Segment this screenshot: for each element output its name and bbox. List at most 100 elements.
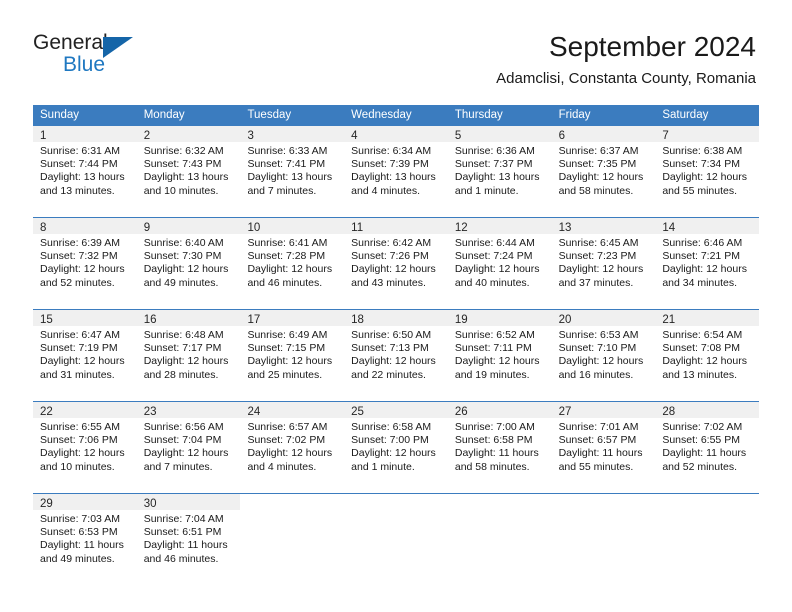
day-number: 18 [351, 314, 364, 326]
daylight-text: Daylight: 12 hours [351, 355, 436, 368]
day-cell[interactable]: 10 Sunrise: 6:41 AM Sunset: 7:28 PM Dayligh… [240, 218, 345, 306]
daylight-text-cont: and 55 minutes. [558, 460, 634, 473]
day-cell[interactable]: 17 Sunrise: 6:49 AM Sunset: 7:15 PM Dayligh… [240, 310, 345, 398]
day-number: 20 [558, 314, 572, 326]
day-details: Sunrise: 6:47 AM Sunset: 7:19 PM Daylight:… [33, 326, 137, 382]
day-details: Sunrise: 6:56 AM Sunset: 7:04 PM Daylight:… [137, 418, 241, 474]
day-number: 29 [40, 498, 53, 510]
day-number: 23 [143, 406, 157, 418]
sunset-text: Sunset: 7:15 PM [247, 342, 326, 355]
day-cell[interactable]: 4 Sunrise: 6:34 AM Sunset: 7:39 PM Daylight… [344, 126, 448, 214]
sunset-text: Sunset: 7:34 PM [662, 158, 740, 171]
day-number-band: 20 [551, 310, 656, 326]
day-cell[interactable]: 12 Sunrise: 6:44 AM Sunset: 7:24 PM Dayligh… [447, 218, 552, 306]
sunset-text: Sunset: 7:30 PM [143, 250, 222, 263]
day-cell[interactable]: 15 Sunrise: 6:47 AM Sunset: 7:19 PM Dayligh… [33, 310, 137, 398]
day-cell[interactable]: 5 Sunrise: 6:36 AM Sunset: 7:37 PM Daylight… [447, 126, 552, 214]
daylight-text-cont: and 25 minutes. [247, 368, 323, 381]
day-cell[interactable]: 30 Sunrise: 7:04 AM Sunset: 6:51 PM Dayligh… [136, 494, 241, 582]
day-details: Sunrise: 7:03 AM Sunset: 6:53 PM Daylight:… [33, 510, 137, 566]
daylight-text-cont: and 13 minutes. [662, 368, 738, 381]
sunrise-text: Sunrise: 6:52 AM [454, 329, 535, 341]
day-cell[interactable]: 2 Sunrise: 6:32 AM Sunset: 7:43 PM Daylight… [136, 126, 241, 214]
day-details: Sunrise: 6:57 AM Sunset: 7:02 PM Daylight:… [240, 418, 344, 474]
day-details: Sunrise: 6:31 AM Sunset: 7:44 PM Daylight:… [33, 142, 137, 198]
sunrise-text: Sunrise: 6:44 AM [454, 237, 535, 249]
day-number: 30 [143, 498, 157, 510]
day-number-band: 22 [33, 402, 137, 418]
daylight-text: Daylight: 12 hours [40, 355, 125, 368]
day-number: 16 [143, 314, 157, 326]
day-number-band: 11 [344, 218, 448, 234]
day-cell[interactable]: 28 Sunrise: 7:02 AM Sunset: 6:55 PM Dayligh… [655, 402, 760, 490]
daylight-text-cont: and 19 minutes. [454, 368, 530, 381]
day-details: Sunrise: 6:44 AM Sunset: 7:24 PM Daylight:… [448, 234, 552, 290]
day-details: Sunrise: 6:33 AM Sunset: 7:41 PM Daylight:… [240, 142, 344, 198]
day-cell[interactable]: 8 Sunrise: 6:39 AM Sunset: 7:32 PM Daylight… [33, 218, 137, 306]
day-number-band: 25 [344, 402, 448, 418]
daylight-text-cont: and 52 minutes. [662, 460, 738, 473]
daylight-text-cont: and 22 minutes. [351, 368, 426, 381]
sunset-text: Sunset: 6:51 PM [143, 526, 222, 539]
day-number-band: 15 [33, 310, 137, 326]
day-cell[interactable]: 22 Sunrise: 6:55 AM Sunset: 7:06 PM Dayligh… [33, 402, 137, 490]
sunset-text: Sunset: 7:04 PM [143, 434, 222, 447]
day-cell[interactable]: 27 Sunrise: 7:01 AM Sunset: 6:57 PM Dayligh… [551, 402, 656, 490]
day-cell[interactable]: 3 Sunrise: 6:33 AM Sunset: 7:41 PM Daylight… [240, 126, 345, 214]
sunrise-text: Sunrise: 6:58 AM [351, 421, 432, 433]
day-cell[interactable]: 16 Sunrise: 6:48 AM Sunset: 7:17 PM Dayligh… [136, 310, 241, 398]
day-cell[interactable]: 20 Sunrise: 6:53 AM Sunset: 7:10 PM Dayligh… [551, 310, 656, 398]
day-cell[interactable]: 18 Sunrise: 6:50 AM Sunset: 7:13 PM Dayligh… [344, 310, 448, 398]
sunrise-text: Sunrise: 6:36 AM [454, 145, 535, 157]
day-cell[interactable]: 14 Sunrise: 6:46 AM Sunset: 7:21 PM Dayligh… [655, 218, 760, 306]
day-number-band: 16 [136, 310, 241, 326]
day-cell[interactable]: 25 Sunrise: 6:58 AM Sunset: 7:00 PM Dayligh… [344, 402, 448, 490]
day-details: Sunrise: 6:38 AM Sunset: 7:34 PM Daylight:… [655, 142, 759, 198]
day-cell[interactable]: 24 Sunrise: 6:57 AM Sunset: 7:02 PM Dayligh… [240, 402, 345, 490]
daylight-text-cont: and 58 minutes. [558, 184, 634, 197]
day-number: 21 [662, 314, 676, 326]
day-cell[interactable]: 23 Sunrise: 6:56 AM Sunset: 7:04 PM Dayligh… [136, 402, 241, 490]
sunrise-text: Sunrise: 6:47 AM [40, 329, 120, 341]
day-cell[interactable]: 7 Sunrise: 6:38 AM Sunset: 7:34 PM Daylight… [655, 126, 760, 214]
day-cell[interactable]: 26 Sunrise: 7:00 AM Sunset: 6:58 PM Dayligh… [447, 402, 552, 490]
day-cell[interactable]: 6 Sunrise: 6:37 AM Sunset: 7:35 PM Daylight… [551, 126, 656, 214]
sunset-text: Sunset: 6:57 PM [558, 434, 637, 447]
day-number: 9 [143, 222, 151, 234]
daylight-text: Daylight: 13 hours [247, 171, 333, 184]
general-blue-logo[interactable]: General Blue [33, 31, 233, 83]
weekday-header-friday: Friday [558, 109, 591, 121]
daylight-text-cont: and 28 minutes. [143, 368, 219, 381]
daylight-text: Daylight: 12 hours [40, 447, 125, 460]
day-details: Sunrise: 6:58 AM Sunset: 7:00 PM Daylight:… [344, 418, 448, 474]
day-number: 17 [247, 314, 261, 326]
daylight-text: Daylight: 11 hours [454, 447, 539, 460]
sunset-text: Sunset: 7:19 PM [40, 342, 118, 355]
day-number: 28 [662, 406, 676, 418]
day-details: Sunrise: 6:53 AM Sunset: 7:10 PM Daylight:… [552, 326, 656, 382]
daylight-text: Daylight: 12 hours [454, 263, 540, 276]
day-number: 8 [40, 222, 47, 234]
weekday-header-thursday: Thursday [454, 109, 503, 121]
sunrise-text: Sunrise: 7:01 AM [558, 421, 639, 433]
sunset-text: Sunset: 7:44 PM [40, 158, 118, 171]
daylight-text: Daylight: 11 hours [558, 447, 643, 460]
day-cell[interactable]: 13 Sunrise: 6:45 AM Sunset: 7:23 PM Dayligh… [551, 218, 656, 306]
day-number: 11 [351, 222, 364, 234]
day-number-band: 10 [240, 218, 345, 234]
sunset-text: Sunset: 7:24 PM [454, 250, 533, 263]
day-cell[interactable]: 21 Sunrise: 6:54 AM Sunset: 7:08 PM Dayligh… [655, 310, 760, 398]
day-cell[interactable]: 19 Sunrise: 6:52 AM Sunset: 7:11 PM Dayligh… [447, 310, 552, 398]
day-number-band: 23 [136, 402, 241, 418]
day-cell-empty [655, 494, 760, 582]
day-details: Sunrise: 6:37 AM Sunset: 7:35 PM Daylight:… [552, 142, 656, 198]
day-number: 26 [454, 406, 468, 418]
day-cell[interactable]: 29 Sunrise: 7:03 AM Sunset: 6:53 PM Dayligh… [33, 494, 137, 582]
daylight-text: Daylight: 12 hours [662, 355, 747, 368]
sunset-text: Sunset: 6:53 PM [40, 526, 118, 539]
day-cell[interactable]: 11 Sunrise: 6:42 AM Sunset: 7:26 PM Dayligh… [344, 218, 448, 306]
day-cell[interactable]: 9 Sunrise: 6:40 AM Sunset: 7:30 PM Daylight… [136, 218, 241, 306]
sunrise-text: Sunrise: 6:40 AM [143, 237, 224, 249]
day-cell[interactable]: 1 Sunrise: 6:31 AM Sunset: 7:44 PM Daylight… [33, 126, 137, 214]
day-number-band [655, 494, 759, 510]
